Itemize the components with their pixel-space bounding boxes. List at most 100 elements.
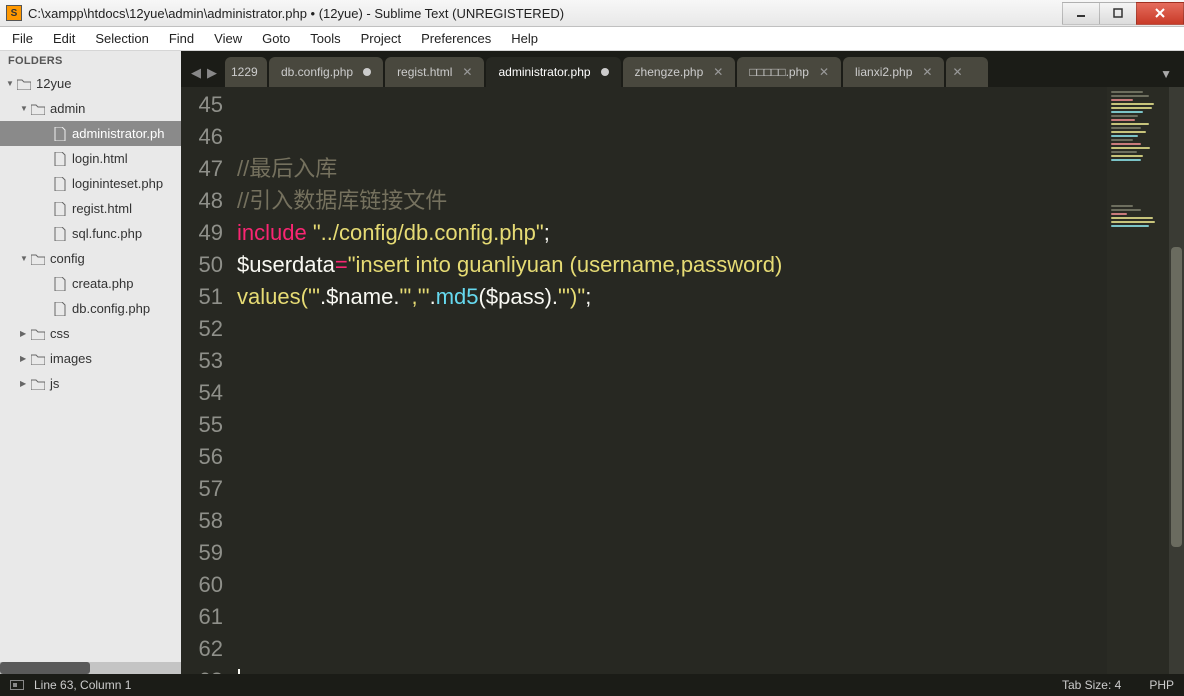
status-language[interactable]: PHP: [1149, 678, 1174, 692]
tree-file-login[interactable]: login.html: [0, 146, 181, 171]
tree-label: 12yue: [36, 76, 71, 91]
tab-label: db.config.php: [281, 65, 353, 79]
dirty-icon: [363, 68, 371, 76]
chevron-down-icon[interactable]: [20, 103, 30, 114]
close-tab-icon[interactable]: ✕: [922, 65, 932, 79]
maximize-button[interactable]: [1099, 2, 1137, 25]
chevron-down-icon[interactable]: [6, 78, 16, 89]
tab-nav: ◀ ▶: [185, 65, 225, 87]
file-icon: [52, 276, 68, 292]
close-button[interactable]: [1136, 2, 1184, 25]
tab-label: □□□□□.php: [749, 65, 809, 79]
file-icon: [52, 301, 68, 317]
tree-folder-admin[interactable]: admin: [0, 96, 181, 121]
tree-label: administrator.ph: [72, 126, 165, 141]
tree-folder-root[interactable]: 12yue: [0, 71, 181, 96]
folder-icon: [30, 351, 46, 367]
tab-1229[interactable]: 1229: [225, 57, 267, 87]
tree-folder-config[interactable]: config: [0, 246, 181, 271]
sidebar-scrollbar[interactable]: [0, 662, 181, 674]
chevron-down-icon[interactable]: [20, 253, 30, 264]
tree-file-administrator[interactable]: administrator.ph: [0, 121, 181, 146]
tree-file-regist[interactable]: regist.html: [0, 196, 181, 221]
tree-label: logininteset.php: [72, 176, 163, 191]
tree-label: sql.func.php: [72, 226, 142, 241]
sidebar-header: FOLDERS: [0, 51, 181, 71]
folder-icon: [30, 326, 46, 342]
tree-label: login.html: [72, 151, 128, 166]
chevron-right-icon[interactable]: [20, 353, 30, 364]
tree-label: admin: [50, 101, 85, 116]
minimap[interactable]: [1107, 87, 1169, 674]
menubar: File Edit Selection Find View Goto Tools…: [0, 27, 1184, 51]
folder-open-icon: [30, 101, 46, 117]
menu-selection[interactable]: Selection: [85, 29, 158, 48]
chevron-right-icon[interactable]: [20, 328, 30, 339]
tab-label: regist.html: [397, 65, 452, 79]
menu-file[interactable]: File: [2, 29, 43, 48]
tab-extra[interactable]: ✕: [946, 57, 988, 87]
folder-open-icon: [30, 251, 46, 267]
code-content[interactable]: //最后入库 //引入数据库链接文件 include "../config/db…: [237, 87, 1107, 674]
folder-icon: [16, 76, 32, 92]
tree-label: creata.php: [72, 276, 133, 291]
window-title: C:\xampp\htdocs\12yue\admin\administrato…: [28, 6, 564, 21]
close-tab-icon[interactable]: ✕: [713, 65, 723, 79]
tree-label: js: [50, 376, 59, 391]
app-icon: S: [6, 5, 22, 21]
tab-zhengze[interactable]: zhengze.php ✕: [623, 57, 736, 87]
status-position: Line 63, Column 1: [34, 678, 131, 692]
tree-file-logininteset[interactable]: logininteset.php: [0, 171, 181, 196]
menu-tools[interactable]: Tools: [300, 29, 350, 48]
tab-unknown[interactable]: □□□□□.php ✕: [737, 57, 841, 87]
nav-forward-icon[interactable]: ▶: [207, 65, 217, 81]
vertical-scrollbar[interactable]: [1169, 87, 1184, 674]
menu-preferences[interactable]: Preferences: [411, 29, 501, 48]
tree-label: css: [50, 326, 70, 341]
panel-toggle-icon[interactable]: [10, 680, 24, 690]
file-icon: [52, 226, 68, 242]
close-tab-icon[interactable]: ✕: [952, 65, 962, 79]
window-controls: [1063, 2, 1184, 25]
close-tab-icon[interactable]: ✕: [462, 65, 472, 79]
tab-bar: ◀ ▶ 1229 db.config.php regist.html ✕ admi…: [181, 51, 1184, 87]
minimize-button[interactable]: [1062, 2, 1100, 25]
status-tabsize[interactable]: Tab Size: 4: [1062, 678, 1121, 692]
file-icon: [52, 201, 68, 217]
tree-label: images: [50, 351, 92, 366]
file-icon: [52, 176, 68, 192]
tree-file-sqlfunc[interactable]: sql.func.php: [0, 221, 181, 246]
gutter: 45 46 47 48 49 50 51 52 53 54 55 56 57 5…: [181, 87, 237, 674]
folder-tree: 12yue admin administrator.ph login.: [0, 71, 181, 674]
file-icon: [52, 126, 68, 142]
tree-file-creata[interactable]: creata.php: [0, 271, 181, 296]
file-icon: [52, 151, 68, 167]
tab-label: zhengze.php: [635, 65, 704, 79]
menu-find[interactable]: Find: [159, 29, 204, 48]
tab-overflow-icon[interactable]: ▼: [1160, 67, 1184, 87]
menu-view[interactable]: View: [204, 29, 252, 48]
tree-folder-js[interactable]: js: [0, 371, 181, 396]
tree-label: config: [50, 251, 85, 266]
tab-administrator[interactable]: administrator.php: [486, 57, 620, 87]
menu-edit[interactable]: Edit: [43, 29, 85, 48]
dirty-icon: [601, 68, 609, 76]
tab-regist[interactable]: regist.html ✕: [385, 57, 484, 87]
tree-folder-css[interactable]: css: [0, 321, 181, 346]
code-area[interactable]: 45 46 47 48 49 50 51 52 53 54 55 56 57 5…: [181, 87, 1184, 674]
menu-help[interactable]: Help: [501, 29, 548, 48]
chevron-right-icon[interactable]: [20, 378, 30, 389]
tab-dbconfig[interactable]: db.config.php: [269, 57, 383, 87]
menu-goto[interactable]: Goto: [252, 29, 300, 48]
close-tab-icon[interactable]: ✕: [819, 65, 829, 79]
statusbar: Line 63, Column 1 Tab Size: 4 PHP: [0, 674, 1184, 696]
menu-project[interactable]: Project: [351, 29, 411, 48]
tree-label: regist.html: [72, 201, 132, 216]
tree-file-dbconfig[interactable]: db.config.php: [0, 296, 181, 321]
window-titlebar: S C:\xampp\htdocs\12yue\admin\administra…: [0, 0, 1184, 27]
nav-back-icon[interactable]: ◀: [191, 65, 201, 81]
tab-label: 1229: [231, 65, 258, 79]
tab-label: lianxi2.php: [855, 65, 912, 79]
tree-folder-images[interactable]: images: [0, 346, 181, 371]
tab-lianxi2[interactable]: lianxi2.php ✕: [843, 57, 944, 87]
